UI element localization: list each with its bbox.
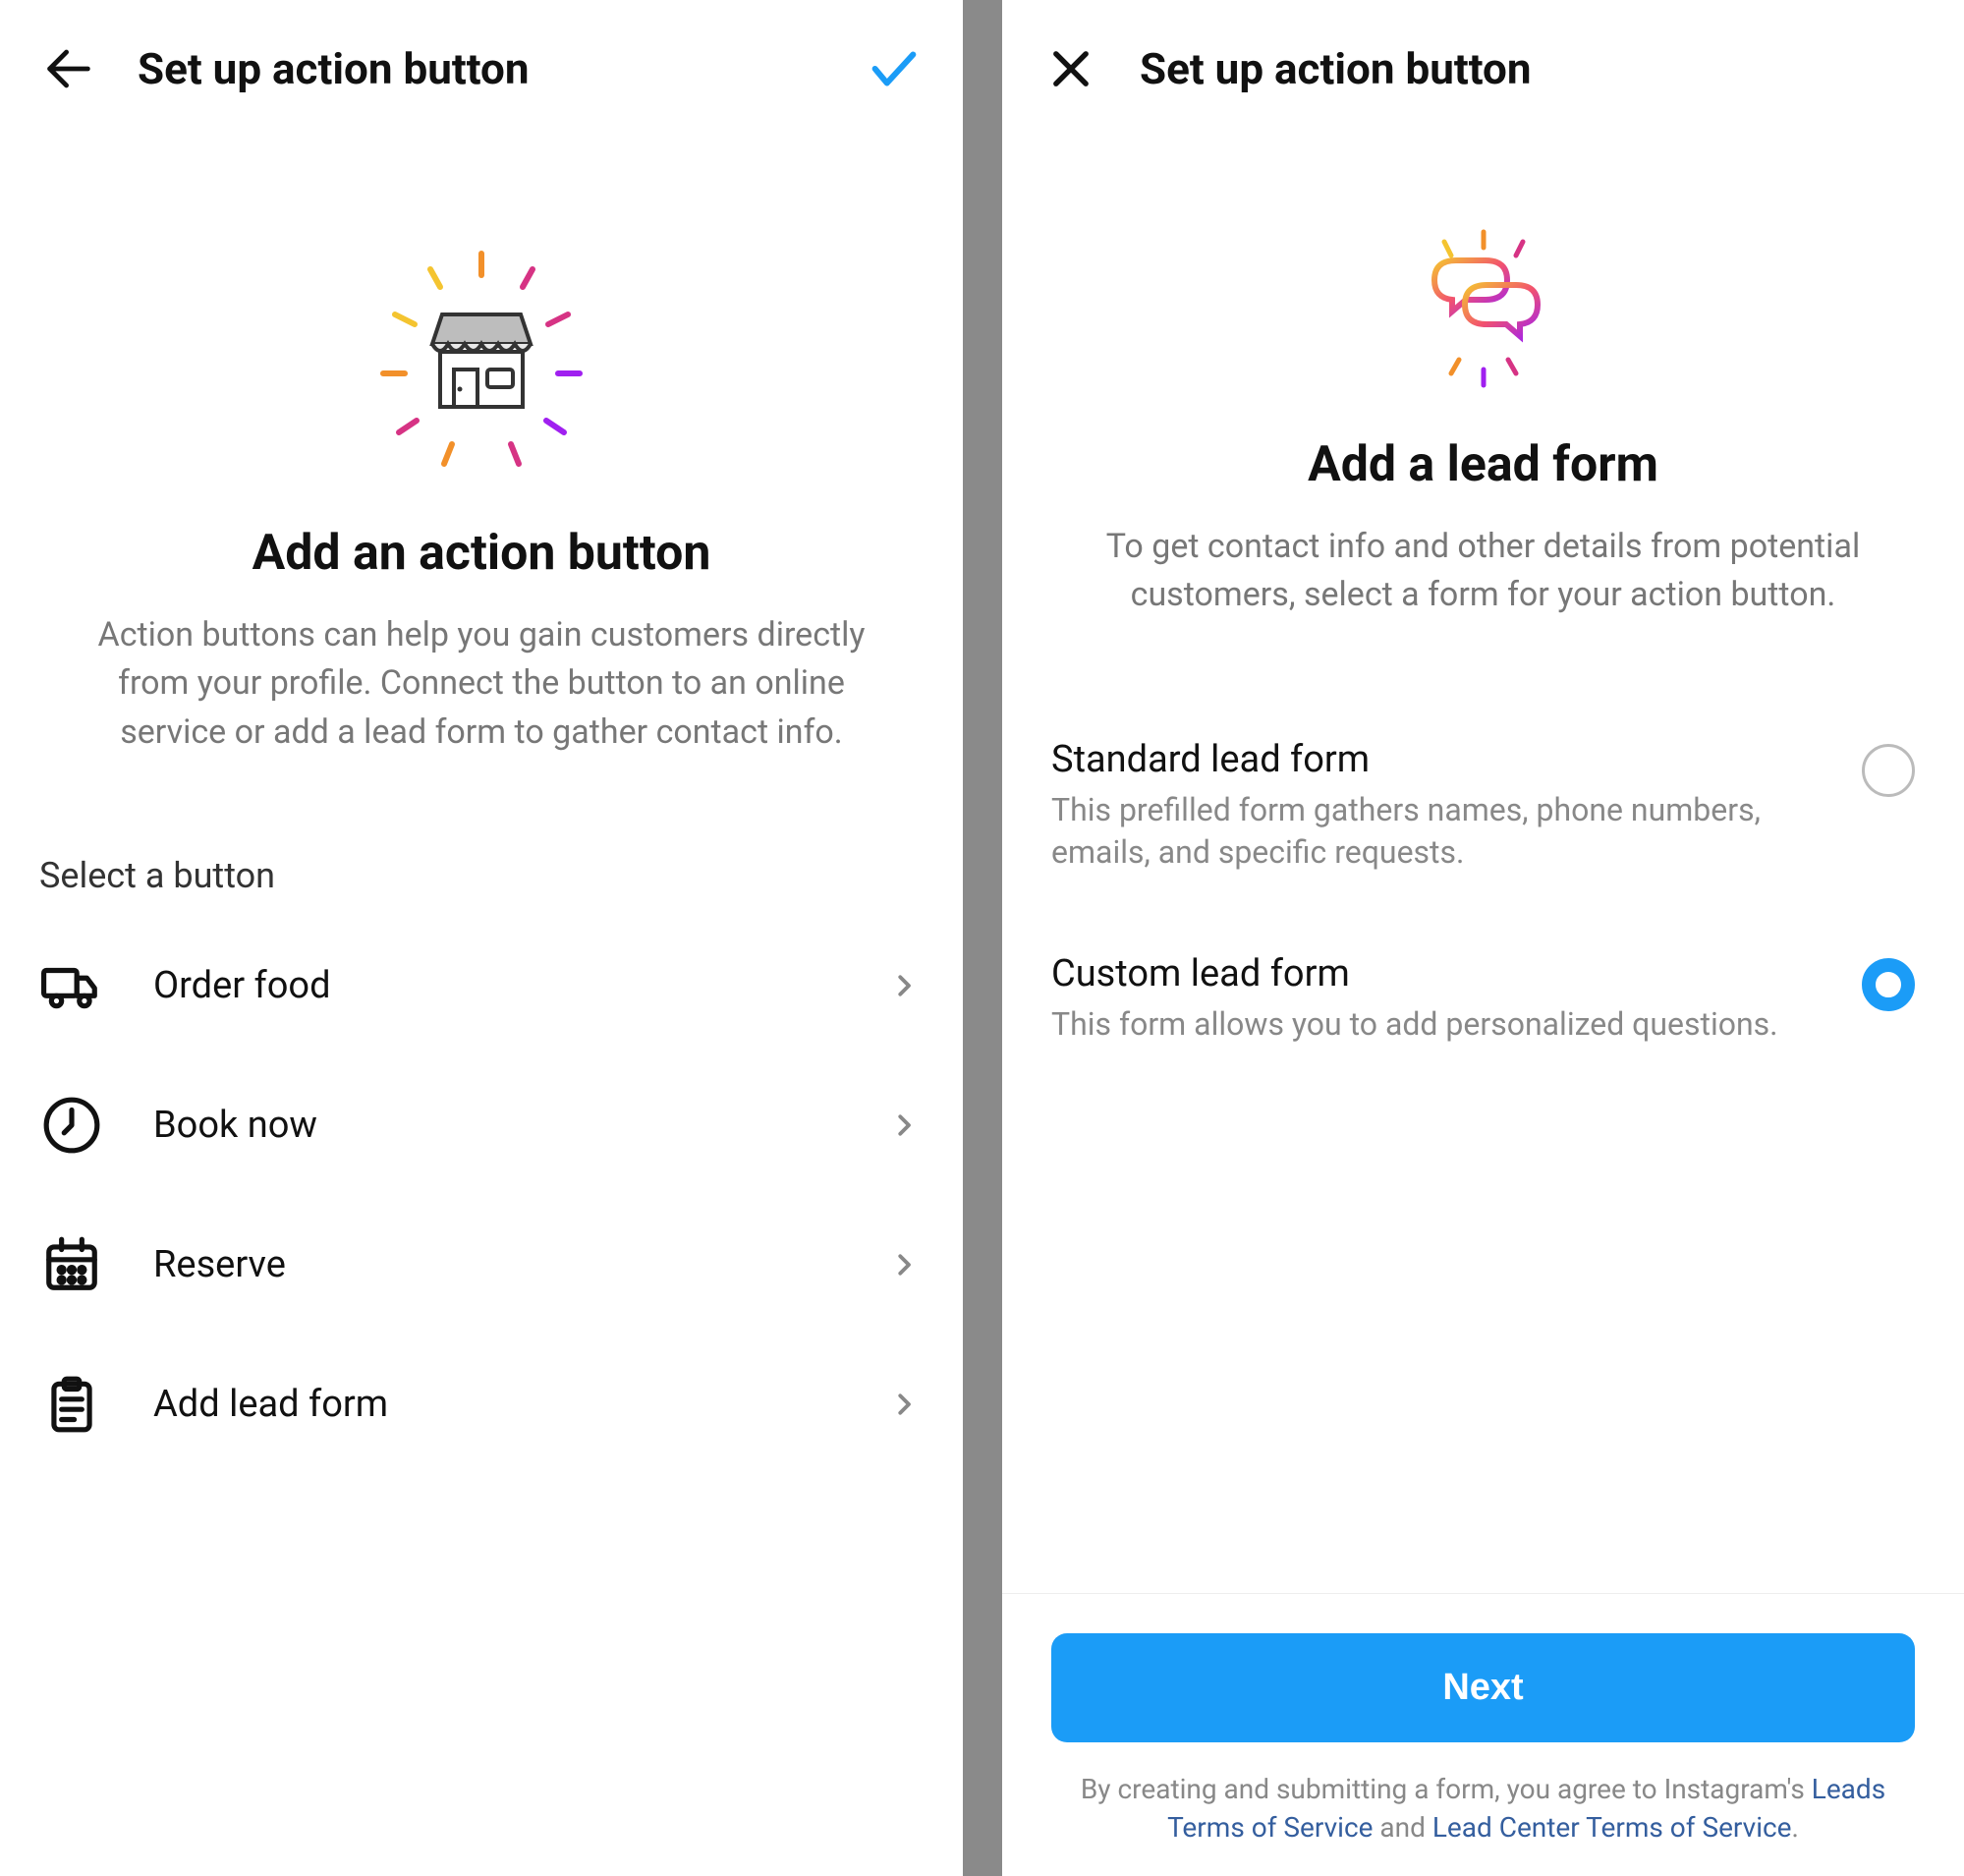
option-label: Book now <box>153 1104 835 1147</box>
chat-bubbles-illustration <box>1390 226 1577 397</box>
option-label: Order food <box>153 964 835 1007</box>
option-reserve[interactable]: Reserve <box>39 1195 924 1335</box>
next-button[interactable]: Next <box>1051 1633 1915 1742</box>
radio-indicator <box>1862 744 1915 797</box>
hero-subtitle: Action buttons can help you gain custome… <box>88 611 874 757</box>
lead-center-tos-link[interactable]: Lead Center Terms of Service <box>1432 1811 1792 1844</box>
hero-title: Add an action button <box>253 525 711 582</box>
radio-description: This prefilled form gathers names, phone… <box>1051 789 1832 874</box>
legal-text: By creating and submitting a form, you a… <box>1051 1770 1915 1847</box>
option-label: Add lead form <box>153 1383 835 1426</box>
option-book-now[interactable]: Book now <box>39 1055 924 1195</box>
clock-icon <box>39 1093 104 1158</box>
legal-suffix: . <box>1792 1811 1799 1844</box>
radio-title: Custom lead form <box>1051 952 1832 995</box>
chevron-right-icon <box>884 1245 924 1284</box>
chevron-right-icon <box>884 966 924 1005</box>
close-icon[interactable] <box>1041 39 1100 98</box>
radio-standard-lead-form[interactable]: Standard lead form This prefilled form g… <box>1051 699 1915 913</box>
page-title: Set up action button <box>138 43 530 94</box>
option-add-lead-form[interactable]: Add lead form <box>39 1335 924 1474</box>
radio-indicator-selected <box>1862 958 1915 1011</box>
calendar-icon <box>39 1232 104 1297</box>
radio-custom-lead-form[interactable]: Custom lead form This form allows you to… <box>1051 913 1915 1085</box>
legal-mid: and <box>1373 1811 1431 1844</box>
panel-divider <box>963 0 1002 1876</box>
option-order-food[interactable]: Order food <box>39 916 924 1055</box>
radio-description: This form allows you to add personalized… <box>1051 1003 1832 1046</box>
radio-title: Standard lead form <box>1051 738 1832 781</box>
chevron-right-icon <box>884 1385 924 1424</box>
truck-icon <box>39 953 104 1018</box>
section-label: Select a button <box>0 816 963 916</box>
storefront-illustration <box>364 246 599 485</box>
back-arrow-icon[interactable] <box>39 39 98 98</box>
chevron-right-icon <box>884 1106 924 1145</box>
hero-subtitle: To get contact info and other details fr… <box>1081 523 1885 620</box>
page-title: Set up action button <box>1140 43 1532 94</box>
clipboard-icon <box>39 1372 104 1437</box>
option-label: Reserve <box>153 1243 835 1286</box>
hero-title: Add a lead form <box>1308 436 1658 493</box>
legal-prefix: By creating and submitting a form, you a… <box>1081 1773 1812 1805</box>
confirm-check-icon[interactable] <box>865 39 924 98</box>
